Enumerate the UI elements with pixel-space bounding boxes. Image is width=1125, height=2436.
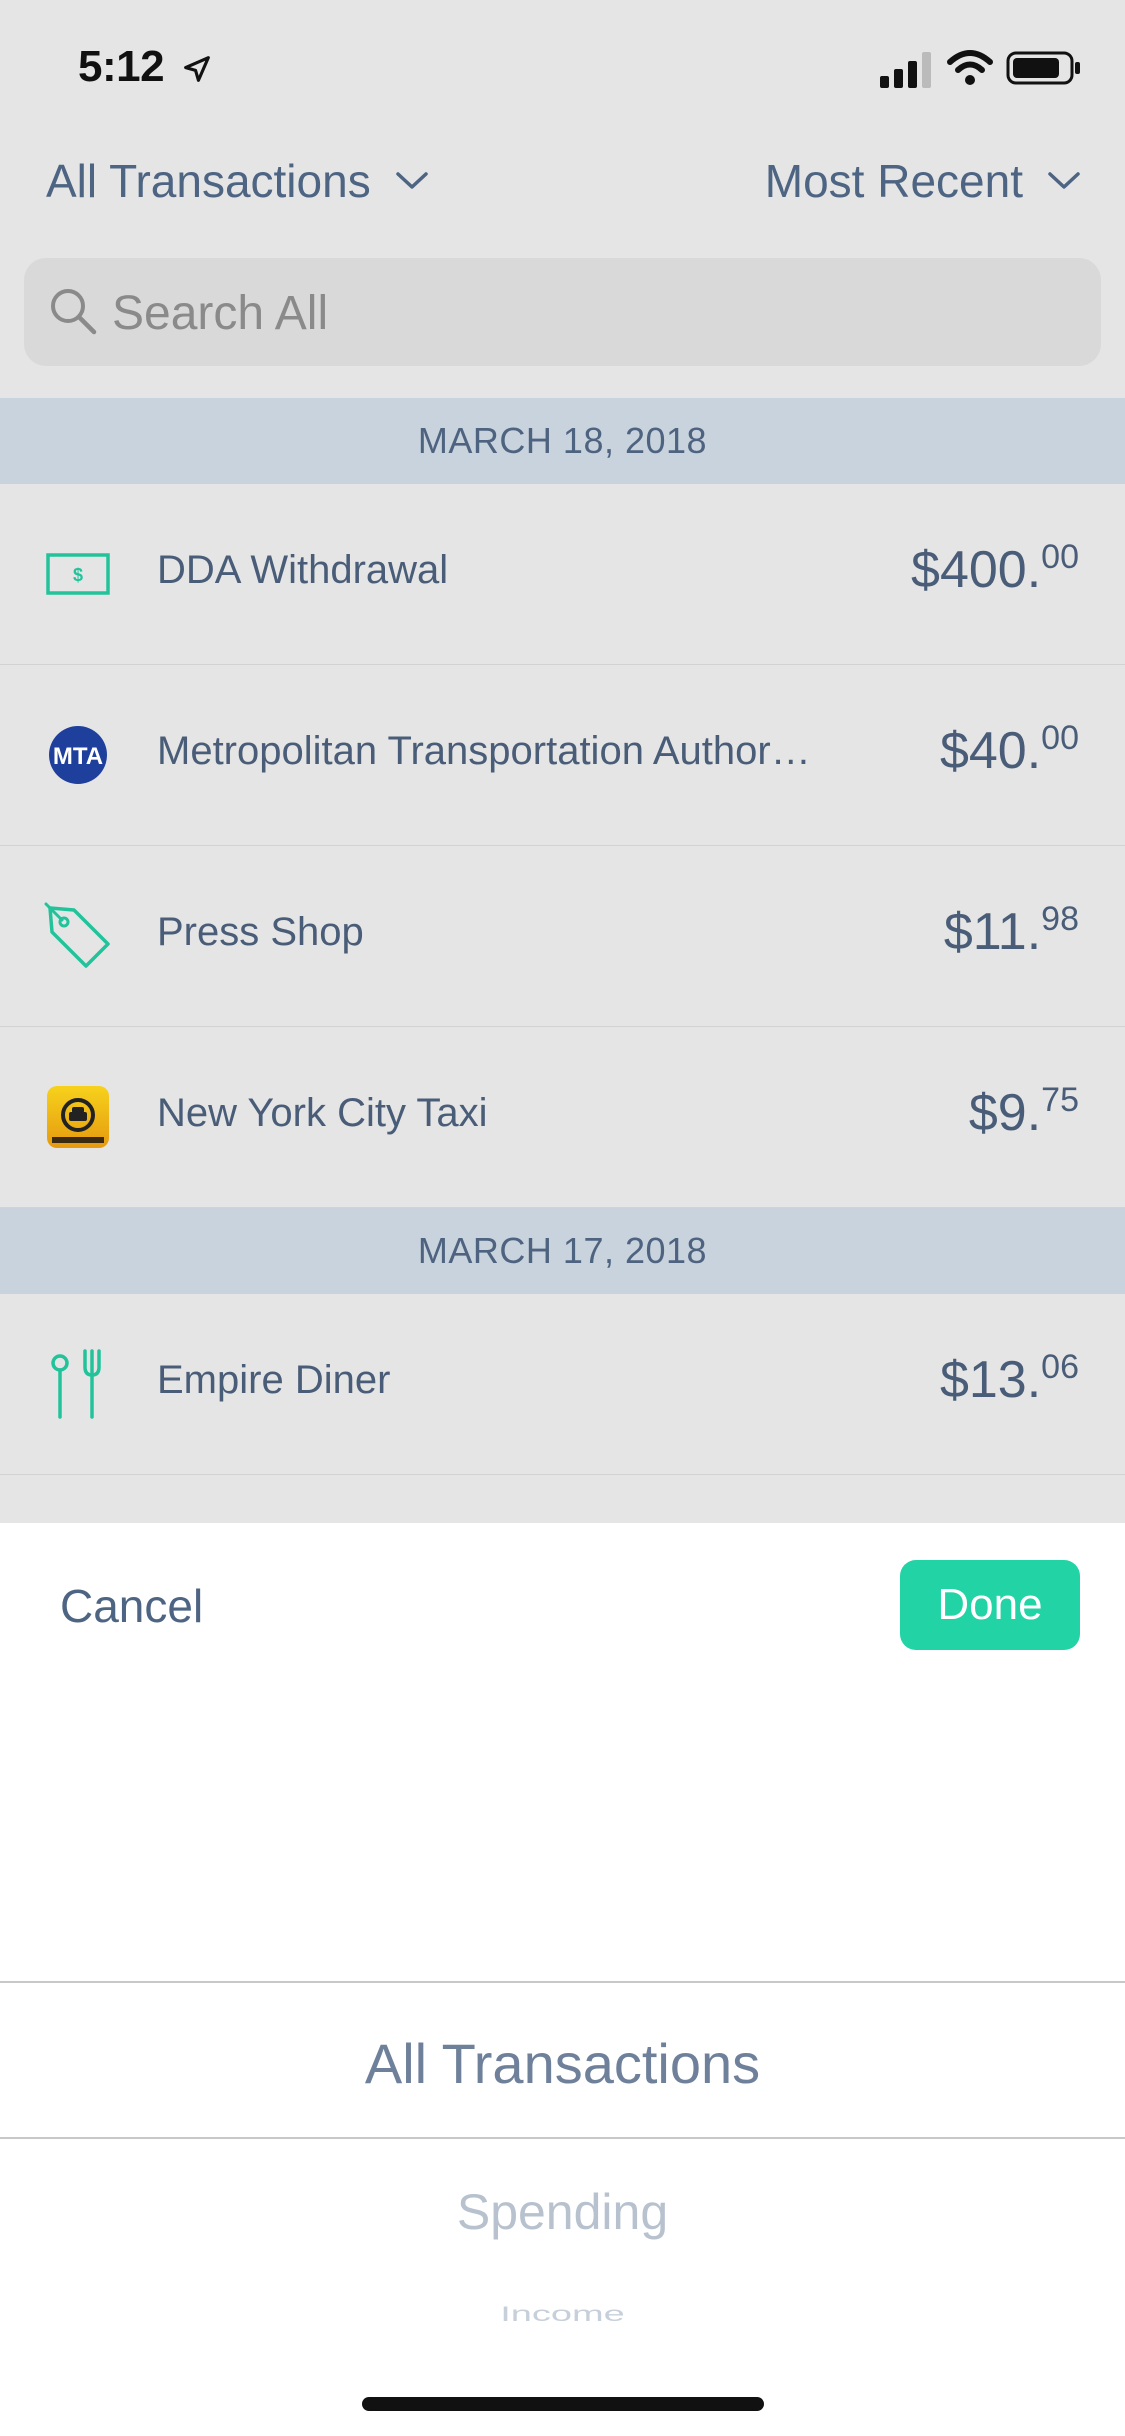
cancel-button[interactable]: Cancel [60, 1579, 203, 1633]
transaction-filter-dropdown[interactable]: All Transactions [46, 154, 429, 208]
amount-cents: 75 [1041, 1081, 1079, 1119]
filter-picker-wheel[interactable]: All Transactions Spending Income [0, 1981, 1125, 2436]
transaction-amount: $400.00 [911, 538, 1079, 600]
amount-dollars: $40. [939, 722, 1042, 780]
transaction-amount: $11.98 [943, 900, 1079, 962]
tag-icon [44, 902, 112, 970]
transaction-row[interactable]: New York City Taxi $9.75 [0, 1027, 1125, 1208]
search-icon [51, 289, 97, 335]
amount-cents: 00 [1041, 719, 1079, 757]
amount-cents: 98 [1041, 900, 1079, 938]
amount-dollars: $400. [911, 541, 1042, 599]
svg-text:MTA: MTA [53, 743, 103, 770]
wifi-icon [947, 50, 993, 85]
location-arrow-icon [184, 56, 210, 82]
amount-dollars: $9. [968, 1084, 1042, 1142]
date-section-header: MARCH 18, 2018 [0, 398, 1125, 484]
amount-cents: 06 [1041, 1348, 1079, 1386]
sort-order-label: Most Recent [764, 155, 1023, 207]
amount-cents: 00 [1041, 538, 1079, 576]
transaction-name: DDA Withdrawal [157, 548, 449, 592]
fork-knife-icon [44, 1349, 112, 1419]
transaction-amount: $40.00 [939, 719, 1079, 781]
chevron-down-icon [1048, 172, 1080, 189]
amount-dollars: $11. [943, 903, 1042, 961]
chevron-down-icon [395, 172, 428, 189]
transaction-row[interactable]: MTA Metropolitan Transportation Author… … [0, 665, 1125, 846]
svg-text:$: $ [73, 565, 83, 585]
transaction-filter-label: All Transactions [46, 155, 371, 207]
filter-picker-sheet: Cancel Done All Transactions Spending In… [0, 1523, 1125, 2436]
transaction-name: Empire Diner [157, 1358, 391, 1402]
cellular-signal-icon [880, 52, 931, 88]
transaction-row[interactable]: Empire Diner $13.06 [0, 1294, 1125, 1475]
search-input[interactable] [110, 258, 1074, 368]
home-indicator [362, 2397, 764, 2411]
picker-selection-divider [0, 1981, 1125, 1983]
transaction-amount: $9.75 [968, 1081, 1079, 1143]
picker-option[interactable]: Spending [0, 2183, 1125, 2241]
transaction-row[interactable]: $ DDA Withdrawal $400.00 [0, 484, 1125, 665]
transaction-name: Metropolitan Transportation Author… [157, 729, 811, 773]
transaction-row[interactable]: Press Shop $11.98 [0, 846, 1125, 1027]
battery-icon [1006, 51, 1080, 85]
done-button[interactable]: Done [900, 1560, 1080, 1650]
picker-option-selected[interactable]: All Transactions [0, 2031, 1125, 2096]
transaction-list[interactable]: MARCH 18, 2018 $ DDA Withdrawal $400.00 … [0, 398, 1125, 1523]
amount-dollars: $13. [939, 1351, 1042, 1409]
taxi-app-icon [44, 1083, 112, 1151]
filter-sort-bar: All Transactions Most Recent [0, 140, 1125, 220]
sort-order-dropdown[interactable]: Most Recent [765, 154, 1081, 208]
cash-icon: $ [44, 540, 112, 608]
status-time: 5:12 [78, 42, 165, 91]
transaction-name: Press Shop [157, 910, 364, 954]
transaction-name: New York City Taxi [157, 1091, 488, 1135]
mta-logo-icon: MTA [44, 721, 112, 789]
transaction-amount: $13.06 [939, 1348, 1079, 1410]
picker-option[interactable]: Income [0, 2303, 1125, 2327]
search-bar[interactable] [24, 258, 1101, 368]
date-section-header: MARCH 17, 2018 [0, 1208, 1125, 1294]
picker-selection-divider [0, 2137, 1125, 2139]
status-bar: 5:12 [0, 0, 1125, 132]
